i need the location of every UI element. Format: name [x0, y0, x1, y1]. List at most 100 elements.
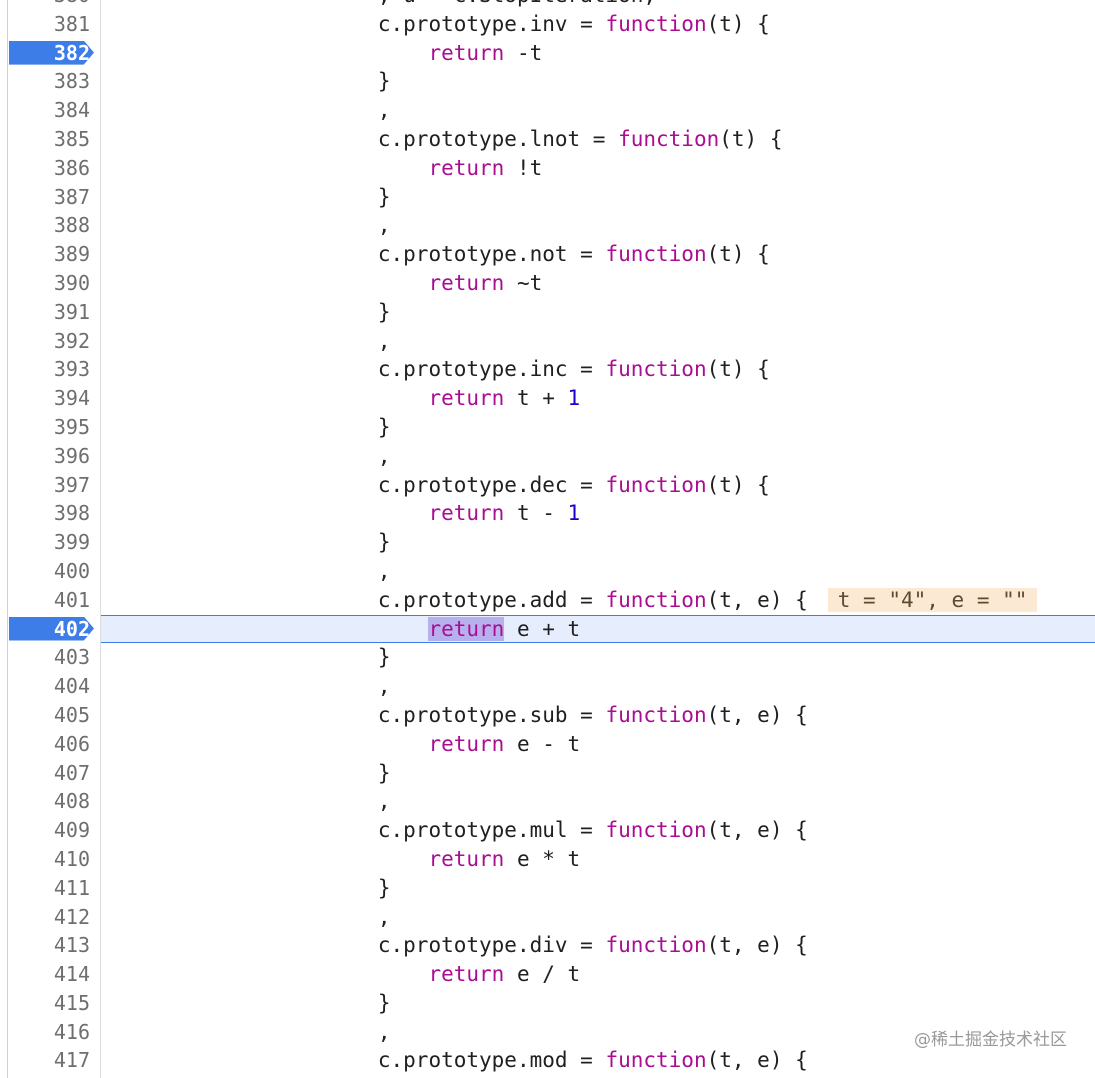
- code-line[interactable]: 391 }: [0, 298, 1095, 327]
- code-line[interactable]: 387 }: [0, 183, 1095, 212]
- line-number[interactable]: 385: [8, 125, 90, 154]
- line-number[interactable]: 405: [8, 701, 90, 730]
- code-line[interactable]: 396 ,: [0, 442, 1095, 471]
- code-text[interactable]: return e * t: [125, 845, 580, 874]
- code-text[interactable]: }: [125, 413, 391, 442]
- line-number[interactable]: 384: [8, 96, 90, 125]
- code-line[interactable]: 392 ,: [0, 327, 1095, 356]
- line-number[interactable]: 412: [8, 903, 90, 932]
- code-text[interactable]: c.prototype.dec = function(t) {: [125, 471, 770, 500]
- code-text[interactable]: }: [125, 183, 391, 212]
- line-number[interactable]: 401: [8, 586, 90, 615]
- code-text[interactable]: }: [125, 298, 391, 327]
- code-text[interactable]: c.prototype.sub = function(t, e) {: [125, 701, 808, 730]
- code-text[interactable]: }: [125, 67, 391, 96]
- line-number[interactable]: 397: [8, 471, 90, 500]
- code-line-paused[interactable]: 402 return e + t: [0, 614, 1095, 644]
- line-number[interactable]: 413: [8, 931, 90, 960]
- line-number[interactable]: 387: [8, 183, 90, 212]
- line-number[interactable]: 390: [8, 269, 90, 298]
- code-line[interactable]: 408 ,: [0, 787, 1095, 816]
- line-number[interactable]: 416: [8, 1018, 90, 1047]
- code-editor[interactable]: 380 ; u = c.StopIteration;381 c.prototyp…: [0, 0, 1095, 1075]
- code-text[interactable]: return t + 1: [125, 384, 580, 413]
- code-text[interactable]: }: [125, 989, 391, 1018]
- code-line[interactable]: 398 return t - 1: [0, 499, 1095, 528]
- line-number[interactable]: 392: [8, 327, 90, 356]
- code-line[interactable]: 385 c.prototype.lnot = function(t) {: [0, 125, 1095, 154]
- line-number[interactable]: 410: [8, 845, 90, 874]
- code-line[interactable]: 410 return e * t: [0, 845, 1095, 874]
- code-text[interactable]: ,: [125, 211, 391, 240]
- code-text[interactable]: return e + t: [125, 615, 580, 644]
- line-number[interactable]: 399: [8, 528, 90, 557]
- code-line[interactable]: 384 ,: [0, 96, 1095, 125]
- line-number[interactable]: 394: [8, 384, 90, 413]
- code-line[interactable]: 403 }: [0, 643, 1095, 672]
- code-text[interactable]: c.prototype.mod = function(t, e) {: [125, 1046, 808, 1075]
- line-number[interactable]: 408: [8, 787, 90, 816]
- code-line[interactable]: 401 c.prototype.add = function(t, e) {t …: [0, 586, 1095, 615]
- line-number[interactable]: 402: [8, 615, 90, 644]
- line-number[interactable]: 395: [8, 413, 90, 442]
- code-text[interactable]: c.prototype.lnot = function(t) {: [125, 125, 783, 154]
- line-number[interactable]: 389: [8, 240, 90, 269]
- code-text[interactable]: ,: [125, 96, 391, 125]
- code-text[interactable]: return ~t: [125, 269, 542, 298]
- line-number[interactable]: 406: [8, 730, 90, 759]
- line-number[interactable]: 396: [8, 442, 90, 471]
- code-line[interactable]: 406 return e - t: [0, 730, 1095, 759]
- code-line[interactable]: 389 c.prototype.not = function(t) {: [0, 240, 1095, 269]
- code-text[interactable]: return e - t: [125, 730, 580, 759]
- line-number[interactable]: 398: [8, 499, 90, 528]
- code-line[interactable]: 383 }: [0, 67, 1095, 96]
- line-number[interactable]: 415: [8, 989, 90, 1018]
- code-line[interactable]: 393 c.prototype.inc = function(t) {: [0, 355, 1095, 384]
- code-text[interactable]: }: [125, 759, 391, 788]
- line-number[interactable]: 382: [8, 39, 90, 68]
- code-text[interactable]: ,: [125, 327, 391, 356]
- line-number[interactable]: 381: [8, 10, 90, 39]
- code-line[interactable]: 390 return ~t: [0, 269, 1095, 298]
- code-line[interactable]: 407 }: [0, 759, 1095, 788]
- line-number[interactable]: 386: [8, 154, 90, 183]
- code-text[interactable]: return -t: [125, 39, 542, 68]
- code-text[interactable]: c.prototype.add = function(t, e) {t = "4…: [125, 586, 1038, 615]
- code-text[interactable]: return e / t: [125, 960, 580, 989]
- line-number[interactable]: 393: [8, 355, 90, 384]
- code-text[interactable]: c.prototype.mul = function(t, e) {: [125, 816, 808, 845]
- code-text[interactable]: ,: [125, 442, 391, 471]
- line-number[interactable]: 411: [8, 874, 90, 903]
- code-line[interactable]: 400 ,: [0, 557, 1095, 586]
- code-text[interactable]: ; u = c.StopIteration;: [125, 0, 656, 10]
- code-text[interactable]: ,: [125, 787, 391, 816]
- code-text[interactable]: ,: [125, 1018, 391, 1047]
- code-line[interactable]: 414 return e / t: [0, 960, 1095, 989]
- line-number[interactable]: 414: [8, 960, 90, 989]
- code-text[interactable]: return !t: [125, 154, 542, 183]
- code-line[interactable]: 380 ; u = c.StopIteration;: [0, 0, 1095, 10]
- code-text[interactable]: }: [125, 874, 391, 903]
- code-text[interactable]: ,: [125, 672, 391, 701]
- code-line[interactable]: 405 c.prototype.sub = function(t, e) {: [0, 701, 1095, 730]
- code-text[interactable]: c.prototype.not = function(t) {: [125, 240, 770, 269]
- code-line[interactable]: 388 ,: [0, 211, 1095, 240]
- code-text[interactable]: ,: [125, 903, 391, 932]
- line-number[interactable]: 380: [8, 0, 90, 10]
- line-number[interactable]: 391: [8, 298, 90, 327]
- code-text[interactable]: ,: [125, 557, 391, 586]
- line-number[interactable]: 383: [8, 67, 90, 96]
- code-text[interactable]: }: [125, 528, 391, 557]
- line-number[interactable]: 407: [8, 759, 90, 788]
- line-number[interactable]: 400: [8, 557, 90, 586]
- code-line[interactable]: 413 c.prototype.div = function(t, e) {: [0, 931, 1095, 960]
- code-text[interactable]: c.prototype.inv = function(t) {: [125, 10, 770, 39]
- code-line[interactable]: 386 return !t: [0, 154, 1095, 183]
- code-line[interactable]: 381 c.prototype.inv = function(t) {: [0, 10, 1095, 39]
- line-number[interactable]: 388: [8, 211, 90, 240]
- code-line[interactable]: 412 ,: [0, 903, 1095, 932]
- code-line[interactable]: 411 }: [0, 874, 1095, 903]
- code-line[interactable]: 395 }: [0, 413, 1095, 442]
- code-line[interactable]: 394 return t + 1: [0, 384, 1095, 413]
- line-number[interactable]: 409: [8, 816, 90, 845]
